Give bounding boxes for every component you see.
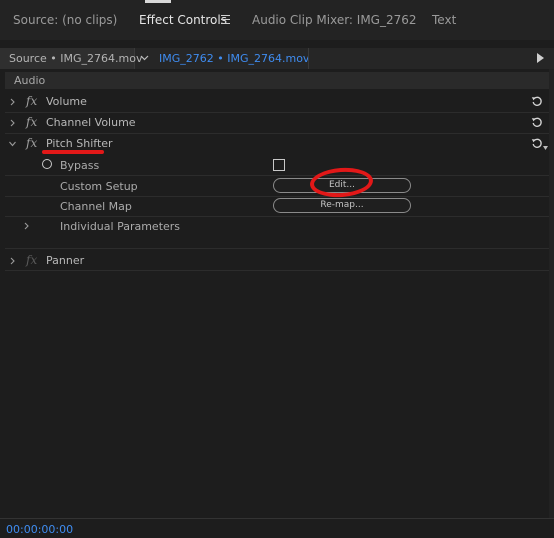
bypass-checkbox[interactable] — [273, 159, 285, 171]
param-row-bypass: Bypass — [5, 155, 549, 175]
chevron-right-icon[interactable] — [23, 222, 30, 230]
chevron-down-icon[interactable] — [9, 140, 16, 148]
chevron-right-icon[interactable] — [9, 98, 16, 106]
remap-button[interactable]: Re-map... — [273, 198, 411, 213]
annotation-underline — [42, 150, 104, 154]
audio-section-header: Audio — [5, 72, 549, 89]
param-label-bypass: Bypass — [60, 159, 100, 172]
tab-audio-clip-mixer[interactable]: Audio Clip Mixer: IMG_2762 — [252, 13, 417, 27]
clip-selector-bar: Source • IMG_2764.mov IMG_2762 • IMG_276… — [0, 48, 554, 69]
effect-controls-panel: Source: (no clips) Effect Controls Audio… — [0, 0, 554, 538]
effect-row-channel-volume[interactable]: fx Channel Volume — [5, 113, 549, 133]
play-icon[interactable] — [537, 53, 544, 63]
effect-row-panner[interactable]: fx Panner — [5, 251, 549, 271]
stopwatch-icon[interactable] — [42, 159, 52, 169]
reset-icon[interactable] — [531, 137, 543, 149]
audio-section-label: Audio — [14, 74, 46, 87]
row-divider — [5, 248, 549, 249]
fx-icon[interactable]: fx — [26, 136, 37, 150]
param-label-custom-setup: Custom Setup — [60, 180, 138, 193]
bottom-divider — [0, 518, 554, 519]
active-tab-indicator — [145, 0, 171, 3]
chevron-right-icon[interactable] — [9, 257, 16, 265]
timeline-area — [549, 69, 554, 518]
tab-effect-controls[interactable]: Effect Controls — [139, 13, 227, 27]
reset-icon[interactable] — [531, 116, 543, 128]
reset-icon[interactable] — [531, 95, 543, 107]
source-clip-label: Source • IMG_2764.mov — [9, 52, 143, 65]
fx-icon[interactable]: fx — [26, 253, 37, 267]
effect-label-channel-volume: Channel Volume — [46, 116, 136, 129]
fx-icon[interactable]: fx — [26, 94, 37, 108]
timeline-divider — [308, 48, 309, 69]
source-clip-tab[interactable]: Source • IMG_2764.mov — [0, 48, 142, 69]
tab-source[interactable]: Source: (no clips) — [13, 13, 117, 27]
timecode-display[interactable]: 00:00:00:00 — [6, 523, 73, 536]
effect-label-pitch-shifter: Pitch Shifter — [46, 137, 113, 150]
param-row-individual-parameters[interactable]: Individual Parameters — [5, 216, 549, 236]
chevron-right-icon[interactable] — [9, 119, 16, 127]
chevron-down-icon[interactable] — [140, 53, 149, 62]
panel-tab-bar: Source: (no clips) Effect Controls Audio… — [0, 0, 554, 40]
panel-menu-icon[interactable] — [221, 15, 230, 24]
effect-label-panner: Panner — [46, 254, 85, 267]
dropdown-caret-icon[interactable] — [543, 146, 548, 150]
sequence-clip-label[interactable]: IMG_2762 • IMG_2764.mov — [159, 52, 309, 65]
tab-text[interactable]: Text — [432, 13, 456, 27]
effect-label-volume: Volume — [46, 95, 87, 108]
param-label-channel-map: Channel Map — [60, 200, 132, 213]
fx-icon[interactable]: fx — [26, 115, 37, 129]
row-divider — [5, 270, 549, 271]
param-label-individual-parameters: Individual Parameters — [60, 220, 181, 233]
effect-row-volume[interactable]: fx Volume — [5, 92, 549, 112]
param-row-custom-setup: Custom Setup Edit... — [5, 176, 549, 196]
param-row-channel-map: Channel Map Re-map... — [5, 196, 549, 216]
